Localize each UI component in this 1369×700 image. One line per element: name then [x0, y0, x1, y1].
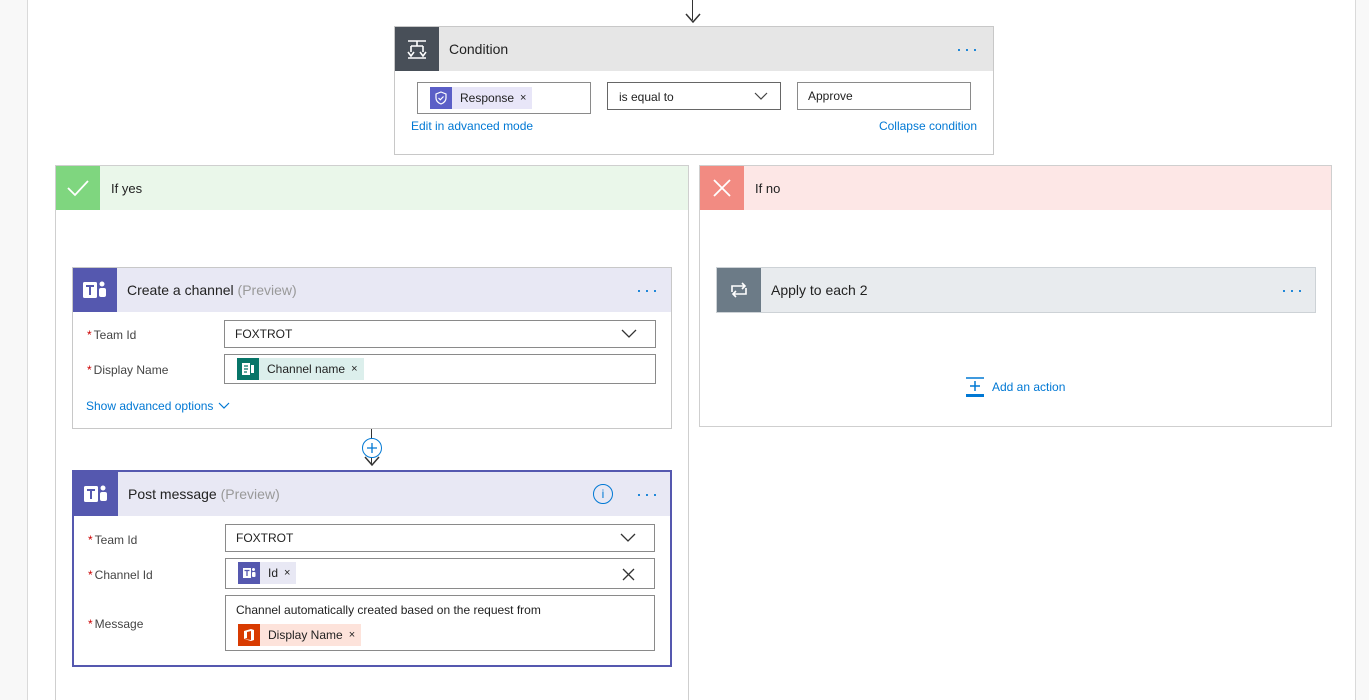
if-no-branch: If no Apply to each 2 ··· Add an action: [699, 165, 1332, 427]
team-id-value: FOXTROT: [236, 531, 294, 545]
team-id-label: * Team Id: [87, 328, 137, 342]
checkmark-icon: [56, 166, 100, 210]
if-no-label: If no: [755, 180, 781, 196]
channel-name-token[interactable]: Channel name ×: [237, 358, 364, 380]
if-yes-header[interactable]: If yes: [56, 166, 688, 210]
apply-to-each-title: Apply to each 2: [771, 282, 868, 298]
id-token-label: Id: [268, 566, 279, 580]
condition-icon: [395, 27, 439, 71]
create-channel-header[interactable]: Create a channel (Preview): [73, 268, 671, 312]
condition-more-button[interactable]: ···: [953, 27, 983, 71]
add-action-button[interactable]: Add an action: [964, 376, 1065, 398]
response-token-label: Response: [460, 91, 515, 105]
post-message-title: Post message (Preview): [128, 486, 280, 502]
display-name-token-label: Display Name: [268, 628, 343, 642]
chevron-down-icon: [219, 402, 230, 409]
condition-value-input[interactable]: Approve: [797, 82, 971, 110]
condition-header[interactable]: Condition: [395, 27, 993, 71]
create-channel-card: Create a channel (Preview) ··· * Team Id …: [72, 267, 672, 429]
display-name-token[interactable]: Display Name ×: [238, 624, 362, 646]
edit-advanced-mode-link[interactable]: Edit in advanced mode: [411, 119, 533, 133]
operator-value: is equal to: [619, 90, 674, 104]
display-name-field[interactable]: Channel name ×: [224, 354, 656, 384]
teams-icon: [73, 268, 117, 312]
condition-card: Condition ··· Response × is equal to App…: [394, 26, 994, 155]
apply-to-each-more-button[interactable]: ···: [1278, 268, 1308, 312]
message-field[interactable]: Channel automatically created based on t…: [225, 595, 655, 651]
approvals-icon: [430, 87, 452, 109]
condition-title: Condition: [449, 41, 509, 57]
display-name-label: * Display Name: [87, 363, 169, 377]
create-channel-more-button[interactable]: ···: [633, 268, 663, 312]
apply-to-each-card[interactable]: Apply to each 2 ···: [716, 267, 1316, 313]
info-button[interactable]: i: [593, 484, 613, 504]
teams-icon: [74, 472, 118, 516]
response-token-remove[interactable]: ×: [520, 92, 532, 104]
team-id-value: FOXTROT: [235, 327, 293, 341]
if-yes-label: If yes: [111, 180, 143, 196]
post-message-more-button[interactable]: ···: [633, 472, 663, 516]
teams-icon: [238, 562, 260, 584]
connector-arrowhead-icon: [685, 13, 701, 24]
message-label: * Message: [88, 617, 144, 631]
loop-icon: [717, 268, 761, 312]
display-name-token-remove[interactable]: ×: [349, 629, 361, 641]
collapse-condition-link[interactable]: Collapse condition: [879, 119, 977, 133]
create-channel-title: Create a channel (Preview): [127, 282, 297, 298]
team-id-label: * Team Id: [88, 533, 138, 547]
post-message-header[interactable]: Post message (Preview): [74, 472, 670, 516]
team-id-select[interactable]: FOXTROT: [225, 524, 655, 552]
add-action-icon: [966, 377, 984, 397]
plus-icon: [367, 443, 377, 453]
team-id-select[interactable]: FOXTROT: [224, 320, 656, 348]
channel-id-field[interactable]: Id ×: [225, 558, 655, 589]
connector-arrowhead-icon: [364, 456, 380, 467]
channel-name-token-label: Channel name: [267, 362, 346, 376]
condition-operand-field[interactable]: Response ×: [417, 82, 591, 114]
condition-value-text: Approve: [808, 89, 853, 103]
message-text: Channel automatically created based on t…: [236, 603, 541, 617]
post-message-card: Post message (Preview) i ··· * Team Id FO…: [72, 470, 672, 667]
show-advanced-options-label: Show advanced options: [86, 399, 214, 413]
id-token[interactable]: Id ×: [238, 562, 297, 584]
chevron-down-icon: [754, 92, 768, 100]
id-token-remove[interactable]: ×: [284, 567, 296, 579]
forms-icon: [237, 358, 259, 380]
add-action-label: Add an action: [992, 380, 1066, 394]
office-icon: [238, 624, 260, 646]
if-no-header[interactable]: If no: [700, 166, 1331, 210]
channel-name-token-remove[interactable]: ×: [351, 363, 363, 375]
show-advanced-options[interactable]: Show advanced options: [86, 399, 230, 413]
condition-operator-select[interactable]: is equal to: [607, 82, 781, 110]
designer-canvas: Condition ··· Response × is equal to App…: [27, 0, 1356, 700]
clear-icon[interactable]: [622, 568, 635, 581]
channel-id-label: * Channel Id: [88, 568, 153, 582]
close-icon: [700, 166, 744, 210]
apply-to-each-header[interactable]: Apply to each 2: [717, 268, 1315, 312]
chevron-down-icon: [621, 329, 637, 338]
response-token[interactable]: Response ×: [430, 87, 533, 109]
info-icon: i: [601, 487, 605, 501]
chevron-down-icon: [620, 533, 636, 542]
